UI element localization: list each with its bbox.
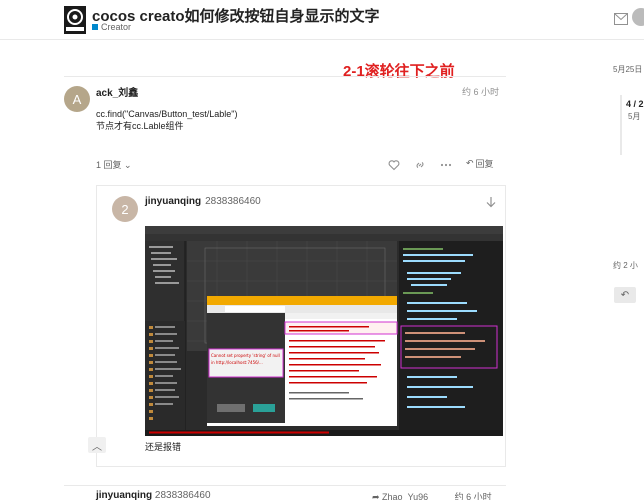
post-username[interactable]: ack_刘鑫: [96, 84, 138, 99]
avatar-letter: 2: [121, 201, 129, 217]
post-line: 节点才有cc.Lable组件: [96, 121, 184, 131]
reply-to-icon: ➦: [372, 492, 383, 500]
reply-to-user[interactable]: Zhao_Yu96: [382, 492, 428, 500]
avatar-letter: A: [72, 91, 82, 107]
timeline-back-button[interactable]: ↶: [614, 287, 636, 303]
bottom-post-username[interactable]: jinyuanqing 2838386460: [96, 490, 211, 500]
avatar[interactable]: A: [64, 86, 90, 112]
replies-toggle[interactable]: 1 回复 ⌄: [96, 158, 132, 171]
timeline-progress: 4 / 2: [626, 99, 644, 109]
more-icon[interactable]: [440, 158, 452, 170]
bottom-post-time[interactable]: 约 6 小时: [455, 492, 492, 500]
post-actions: ↶ 回复: [388, 157, 494, 170]
embedded-screenshot[interactable]: Cannot set property 'string' of null in …: [145, 226, 503, 436]
post-line: cc.find("Canvas/Button_test/Lable"): [96, 109, 238, 119]
category-label: Creator: [101, 22, 132, 32]
error-text: Cannot set property 'string' of null: [211, 353, 280, 358]
timeline-current-date: 5月: [628, 112, 641, 121]
cocos-logo[interactable]: [64, 6, 86, 34]
bottom-post-meta: ➦ Zhao_Yu96 约 6 小时: [372, 490, 492, 500]
back-arrow-icon: ↶: [620, 289, 630, 301]
username-text: jinyuanqing: [145, 196, 202, 207]
category-badge[interactable]: Creator: [92, 22, 131, 32]
embed-caption: 还是报错: [145, 442, 182, 452]
post-divider: [64, 76, 506, 77]
timeline-scroller[interactable]: [620, 95, 622, 155]
reply-button[interactable]: ↶ 回复: [466, 157, 494, 170]
embedded-reply: 2 jinyuanqing 2838386460 Cannot set prop…: [96, 185, 506, 467]
chevron-up-icon: ︿: [92, 441, 102, 453]
timeline-end-date[interactable]: 约 2 小: [613, 260, 638, 271]
embed-username[interactable]: jinyuanqing 2838386460: [145, 196, 261, 207]
user-id: 2838386460: [205, 196, 261, 207]
mail-icon[interactable]: [614, 12, 628, 25]
post-body: cc.find("Canvas/Button_test/Lable") 节点才有…: [96, 108, 237, 132]
reply-label: 回复: [475, 159, 494, 169]
heart-icon[interactable]: [388, 158, 400, 170]
site-header: cocos creato如何修改按钮自身显示的文字 Creator: [0, 0, 644, 40]
collapse-button[interactable]: ︿: [88, 437, 106, 453]
category-color-icon: [92, 24, 98, 30]
user-id: 2838386460: [154, 490, 211, 500]
arrow-down-icon[interactable]: [485, 195, 497, 208]
annotation-label: 2-1滚轮往下之前: [343, 63, 455, 80]
avatar[interactable]: 2: [112, 196, 138, 222]
reply-arrow-icon: ↶: [466, 158, 474, 168]
topic-title[interactable]: cocos creato如何修改按钮自身显示的文字: [92, 5, 380, 26]
post-time[interactable]: 约 6 小时: [462, 85, 499, 98]
username-text: jinyuanqing: [96, 490, 153, 500]
post-divider: [64, 485, 506, 486]
current-user-avatar[interactable]: [632, 8, 644, 26]
chevron-down-icon: ⌄: [124, 160, 132, 170]
timeline-start-date[interactable]: 5月25日: [613, 64, 642, 75]
link-icon[interactable]: [414, 158, 426, 170]
replies-count: 1 回复: [96, 160, 122, 170]
error-text-2: in http://localhost:7456/...: [211, 360, 263, 365]
